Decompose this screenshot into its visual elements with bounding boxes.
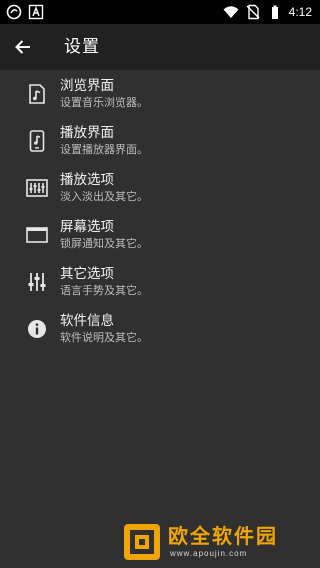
watermark: 欧全软件园 www.apoujin.com xyxy=(118,520,318,564)
settings-item-subtitle: 软件说明及其它。 xyxy=(60,331,148,344)
status-right-icons: 4:12 xyxy=(223,3,312,21)
settings-item-subtitle: 语言手势及其它。 xyxy=(60,284,148,297)
info-icon xyxy=(26,318,48,340)
back-button[interactable] xyxy=(8,32,38,62)
app-icon xyxy=(6,4,22,20)
watermark-name: 欧全软件园 xyxy=(168,524,278,548)
page-title: 设置 xyxy=(64,37,100,57)
sliders-icon xyxy=(26,271,48,293)
settings-item-title: 播放界面 xyxy=(60,125,114,141)
settings-item-playback[interactable]: 播放选项 淡入淡出及其它。 xyxy=(0,164,320,211)
screen-icon xyxy=(26,224,48,246)
status-bar: 4:12 xyxy=(0,0,320,24)
settings-item-subtitle: 锁屏通知及其它。 xyxy=(60,237,148,250)
settings-list: 浏览界面 设置音乐浏览器。 播放界面 设置播放器界面。 播放选项 淡入淡出及其它… xyxy=(0,70,320,352)
settings-item-subtitle: 设置音乐浏览器。 xyxy=(60,96,148,109)
equalizer-panel-icon xyxy=(26,177,48,199)
battery-icon xyxy=(271,5,278,19)
settings-item-title: 浏览界面 xyxy=(60,78,114,94)
app-bar: 设置 xyxy=(0,24,320,70)
settings-item-screen[interactable]: 屏幕选项 锁屏通知及其它。 xyxy=(0,211,320,258)
settings-item-other[interactable]: 其它选项 语言手势及其它。 xyxy=(0,258,320,305)
settings-item-title: 屏幕选项 xyxy=(60,219,114,235)
watermark-logo-icon xyxy=(124,524,160,560)
status-time: 4:12 xyxy=(288,5,312,19)
music-phone-icon xyxy=(26,130,48,152)
no-sim-icon xyxy=(246,4,260,20)
settings-item-subtitle: 淡入淡出及其它。 xyxy=(60,190,148,203)
watermark-url: www.apoujin.com xyxy=(170,549,248,558)
status-left-icons xyxy=(6,4,44,20)
arrow-left-icon xyxy=(15,40,30,54)
settings-item-title: 播放选项 xyxy=(60,172,114,188)
settings-item-browse[interactable]: 浏览界面 设置音乐浏览器。 xyxy=(0,70,320,117)
settings-item-title: 软件信息 xyxy=(60,313,114,329)
settings-item-about[interactable]: 软件信息 软件说明及其它。 xyxy=(0,305,320,352)
settings-item-subtitle: 设置播放器界面。 xyxy=(60,143,148,156)
wifi-icon xyxy=(223,6,239,18)
settings-item-player[interactable]: 播放界面 设置播放器界面。 xyxy=(0,117,320,164)
font-icon xyxy=(28,4,44,20)
settings-item-title: 其它选项 xyxy=(60,266,114,282)
music-file-icon xyxy=(26,83,48,105)
